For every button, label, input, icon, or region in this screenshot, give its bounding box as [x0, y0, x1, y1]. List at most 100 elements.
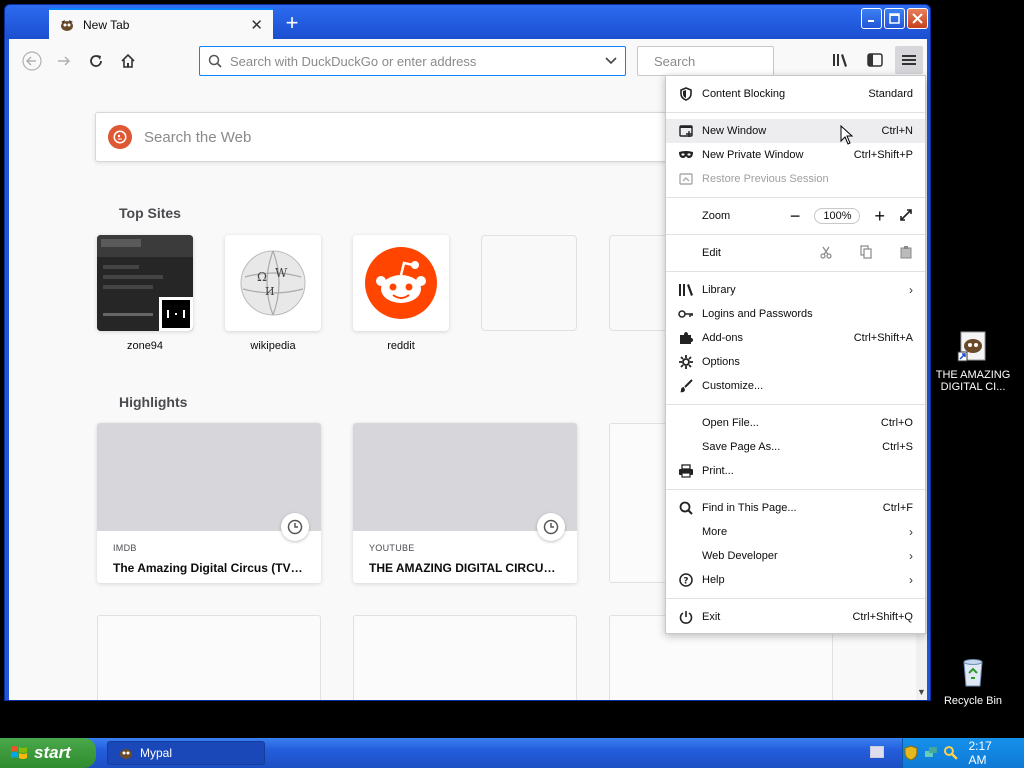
- top-sites-title: Top Sites: [119, 205, 181, 221]
- start-button[interactable]: start: [0, 738, 96, 768]
- taskbar-button-mypal[interactable]: Mypal: [107, 741, 265, 765]
- menu-item-label: New Window: [702, 125, 767, 137]
- paste-icon[interactable]: [899, 245, 913, 262]
- svg-text:Ω: Ω: [257, 270, 267, 284]
- reload-icon: [90, 55, 102, 67]
- desktop-recycle-bin[interactable]: Recycle Bin: [933, 656, 1013, 707]
- paintbrush-icon: [678, 378, 694, 394]
- top-site-zone94[interactable]: zone94: [97, 235, 193, 352]
- menu-item-more[interactable]: More ›: [666, 520, 925, 544]
- zoom-out-button[interactable]: −: [790, 206, 801, 227]
- menu-item-shortcut: Ctrl+O: [880, 417, 913, 429]
- library-button[interactable]: [827, 46, 855, 74]
- menu-item-label: Zoom: [702, 210, 731, 222]
- window-controls: [861, 8, 928, 29]
- menu-item-shortcut: Ctrl+Shift+A: [853, 332, 913, 344]
- highlight-card[interactable]: IMDB The Amazing Digital Circus (TV S...: [97, 423, 321, 583]
- new-tab-button[interactable]: +: [277, 9, 307, 37]
- clock-icon: [537, 513, 565, 541]
- menu-item-label: Open File...: [702, 417, 759, 429]
- highlight-card[interactable]: YOUTUBE THE AMAZING DIGITAL CIRCUS ...: [353, 423, 577, 583]
- menu-item-label: Help: [702, 574, 725, 586]
- cut-icon[interactable]: [819, 245, 833, 262]
- sidebar-button[interactable]: [861, 46, 889, 74]
- zone94-screenshot-image: [97, 235, 193, 331]
- menu-item-label: Edit: [702, 247, 721, 259]
- menu-item-options[interactable]: Options: [666, 350, 925, 374]
- menu-item-addons[interactable]: Add-ons Ctrl+Shift+A: [666, 326, 925, 350]
- top-site-label: reddit: [387, 340, 415, 352]
- chevron-down-icon[interactable]: [605, 57, 617, 65]
- menu-item-label: Find in This Page...: [702, 502, 797, 514]
- svg-text:И: И: [265, 285, 275, 298]
- title-bar: New Tab ✕ +: [5, 5, 930, 40]
- network-tray-icon[interactable]: [923, 745, 939, 761]
- key-icon: [678, 306, 694, 322]
- menu-item-logins[interactable]: Logins and Passwords: [666, 302, 925, 326]
- top-site-empty: [481, 235, 577, 331]
- mypal-favicon-icon: [61, 20, 73, 31]
- home-button[interactable]: [113, 46, 143, 76]
- menu-item-web-developer[interactable]: Web Developer ›: [666, 544, 925, 568]
- zoom-reset-button[interactable]: 100%: [814, 208, 861, 224]
- menu-item-new-private-window[interactable]: New Private Window Ctrl+Shift+P: [666, 143, 925, 167]
- menu-item-zoom: Zoom − 100% +: [666, 204, 925, 228]
- tab-close-icon[interactable]: ✕: [250, 16, 263, 34]
- menu-item-label: Print...: [702, 465, 734, 477]
- chevron-right-icon: ›: [909, 549, 913, 563]
- menu-item-label: Customize...: [702, 380, 764, 392]
- minimize-button[interactable]: [861, 8, 882, 29]
- menu-item-library[interactable]: Library ›: [666, 278, 925, 302]
- tab-title: New Tab: [83, 18, 130, 32]
- zoom-in-button[interactable]: +: [874, 206, 885, 227]
- copy-icon[interactable]: [859, 244, 873, 262]
- url-input[interactable]: [230, 53, 605, 69]
- back-button[interactable]: [17, 46, 47, 76]
- app-menu-button[interactable]: [895, 46, 923, 74]
- menu-item-exit[interactable]: Exit Ctrl+Shift+Q: [666, 605, 925, 629]
- close-window-button[interactable]: [907, 8, 928, 29]
- desktop: New Tab ✕ + Search with DuckDuckGo or en…: [0, 0, 1024, 768]
- app-menu-panel: Content Blocking Standard New Window Ctr…: [665, 75, 926, 634]
- menu-divider: [666, 234, 925, 235]
- maximize-button[interactable]: [884, 8, 905, 29]
- menu-item-new-window[interactable]: New Window Ctrl+N: [666, 119, 925, 143]
- scroll-down-icon[interactable]: ▼: [917, 687, 926, 697]
- menu-item-print[interactable]: Print...: [666, 459, 925, 483]
- tab-new-tab[interactable]: New Tab ✕: [49, 8, 273, 40]
- menu-divider: [666, 404, 925, 405]
- menu-item-find[interactable]: Find in This Page... Ctrl+F: [666, 496, 925, 520]
- home-icon: [121, 53, 135, 68]
- keyboard-tray-icon[interactable]: [870, 746, 884, 758]
- top-site-placeholder: [481, 235, 577, 331]
- desktop-shortcut-amazing-digital-circus[interactable]: THE AMAZING DIGITAL CI...: [933, 330, 1013, 393]
- menu-item-label: Content Blocking: [702, 88, 786, 100]
- menu-item-content-blocking[interactable]: Content Blocking Standard: [666, 82, 925, 106]
- menu-divider: [666, 489, 925, 490]
- top-site-reddit[interactable]: reddit: [353, 235, 449, 352]
- menu-item-customize[interactable]: Customize...: [666, 374, 925, 398]
- highlight-thumbnail: [97, 423, 321, 541]
- top-site-wikipedia[interactable]: Ω W И wikipedia: [225, 235, 321, 352]
- search-tray-icon[interactable]: [943, 745, 959, 761]
- menu-item-open-file[interactable]: Open File... Ctrl+O: [666, 411, 925, 435]
- url-bar[interactable]: [199, 46, 626, 76]
- search-bar[interactable]: [637, 46, 830, 76]
- highlight-title: The Amazing Digital Circus (TV S...: [113, 561, 305, 575]
- search-input[interactable]: [654, 53, 830, 69]
- reload-button[interactable]: [81, 46, 111, 76]
- fullscreen-icon[interactable]: [899, 208, 913, 225]
- menu-item-help[interactable]: ? Help ›: [666, 568, 925, 592]
- menu-item-save-page[interactable]: Save Page As... Ctrl+S: [666, 435, 925, 459]
- security-shield-tray-icon[interactable]: [903, 745, 919, 761]
- svg-text:?: ?: [683, 577, 688, 587]
- desktop-icon-label: Recycle Bin: [943, 695, 1003, 707]
- library-icon: [678, 282, 694, 298]
- back-arrow-icon: [22, 51, 42, 71]
- forward-button[interactable]: [49, 46, 79, 76]
- highlights-title: Highlights: [119, 394, 188, 410]
- mouse-cursor-icon: [840, 125, 854, 145]
- menu-item-label: More: [702, 526, 728, 538]
- menu-divider: [666, 197, 925, 198]
- highlight-source: YOUTUBE: [369, 543, 415, 553]
